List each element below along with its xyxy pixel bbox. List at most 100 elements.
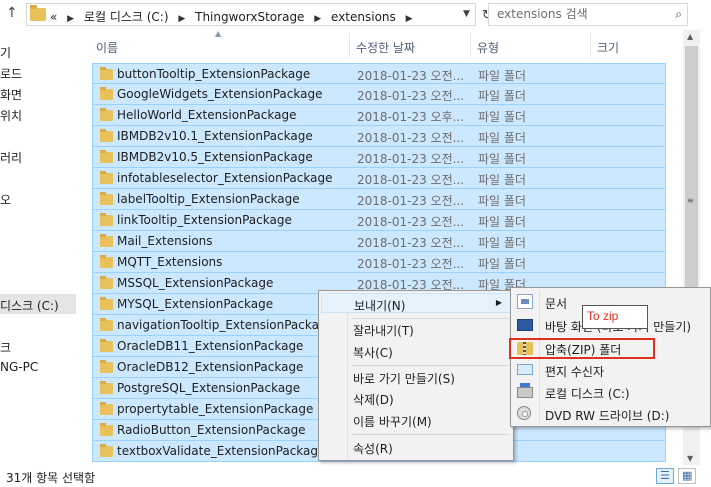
file-row[interactable]: linkTooltip_ExtensionPackage 2018-01-23 오… [92, 210, 666, 231]
nav-item[interactable]: 오 [0, 191, 11, 208]
scroll-down-icon[interactable]: ▼ [687, 454, 693, 463]
file-row[interactable]: buttonTooltip_ExtensionPackage 2018-01-23… [92, 63, 666, 84]
file-name: OracleDB12_ExtensionPackage [117, 360, 304, 374]
chevron-down-icon[interactable]: ▼ [463, 9, 470, 19]
scroll-up-icon[interactable]: ▲ [687, 32, 693, 41]
file-date: 2018-01-23 오전... [357, 173, 465, 187]
large-icons-view-button[interactable]: ▦ [678, 468, 696, 484]
menu-item-cut[interactable]: 잘라내기(T) [321, 319, 511, 339]
file-type: 파일 폴더 [478, 215, 526, 229]
nav-item[interactable]: 로드 [0, 65, 22, 82]
file-row[interactable]: MQTT_Extensions 2018-01-23 오전... 파일 폴더 [92, 252, 666, 273]
file-type: 파일 폴더 [478, 69, 526, 83]
file-name: MSSQL_ExtensionPackage [117, 276, 274, 290]
menu-item-label: 복사(C) [353, 346, 393, 360]
submenu-arrow-icon: ▶ [495, 298, 502, 307]
search-input[interactable] [497, 7, 662, 21]
folder-icon [100, 192, 113, 205]
column-header-type[interactable]: 유형 [477, 39, 499, 65]
menu-item-copy[interactable]: 복사(C) [321, 341, 511, 361]
large-icons-view-icon: ▦ [682, 469, 693, 482]
search-box: ⌕ [488, 3, 688, 26]
submenu-item-local-disk[interactable]: 로컬 디스크 (C:) [513, 381, 711, 402]
menu-item-label: 바로 가기 만들기(S) [353, 372, 455, 386]
sort-ascending-icon: ▲ [215, 29, 222, 38]
folder-icon [100, 129, 113, 142]
file-name: RadioButton_ExtensionPackage [117, 423, 306, 437]
breadcrumb-separator-icon[interactable]: ▶ [406, 14, 413, 24]
column-divider[interactable] [590, 33, 591, 57]
breadcrumb-separator-icon[interactable]: ▶ [67, 14, 74, 24]
menu-item-label: 속성(R) [353, 442, 393, 456]
file-row[interactable]: IBMDB2v10.5_ExtensionPackage 2018-01-23 오… [92, 147, 666, 168]
nav-item-local-disk[interactable]: 디스크 (C:) [0, 294, 76, 314]
submenu-item-mail[interactable]: 편지 수신자 [513, 359, 711, 380]
address-bar[interactable]: « ▶ 로컬 디스크 (C:) ▶ ThingworxStorage ▶ ext… [26, 3, 493, 26]
file-name: propertytable_ExtensionPackage [117, 402, 314, 416]
file-date: 2018-01-23 오전... [357, 257, 465, 271]
folder-icon [100, 381, 113, 394]
breadcrumb-item-local-disk[interactable]: 로컬 디스크 (C:) [84, 10, 169, 24]
nav-item[interactable]: 크 [0, 339, 11, 356]
file-row[interactable]: GoogleWidgets_ExtensionPackage 2018-01-23… [92, 84, 666, 105]
breadcrumb-separator-icon[interactable]: ▶ [178, 14, 185, 24]
folder-icon [100, 297, 113, 310]
menu-item-rename[interactable]: 이름 바꾸기(M) [321, 410, 511, 430]
menu-item-create-shortcut[interactable]: 바로 가기 만들기(S) [321, 367, 511, 387]
folder-icon [100, 318, 113, 331]
file-row[interactable]: labelTooltip_ExtensionPackage 2018-01-23 … [92, 189, 666, 210]
breadcrumb: « ▶ 로컬 디스크 (C:) ▶ ThingworxStorage ▶ ext… [50, 8, 419, 25]
folder-icon [100, 444, 113, 457]
breadcrumb-item-extensions[interactable]: extensions [331, 10, 396, 24]
folder-icon [100, 360, 113, 373]
folder-icon [100, 339, 113, 352]
column-divider[interactable] [470, 33, 471, 57]
breadcrumb-separator-icon[interactable]: ▶ [314, 14, 321, 24]
file-type: 파일 폴더 [478, 173, 526, 187]
file-date: 2018-01-23 오후... [357, 110, 465, 124]
menu-separator [351, 365, 509, 366]
file-row[interactable]: infotableselector_ExtensionPackage 2018-0… [92, 168, 666, 189]
column-header-date[interactable]: 수정한 날짜 [356, 39, 415, 65]
selection-count: 31개 항목 선택함 [6, 471, 96, 485]
file-name: buttonTooltip_ExtensionPackage [117, 67, 311, 81]
up-arrow-icon[interactable]: ↑ [6, 5, 18, 21]
menu-item-properties[interactable]: 속성(R) [321, 437, 511, 457]
file-name: IBMDB2v10.5_ExtensionPackage [117, 150, 313, 164]
submenu-item-dvd[interactable]: DVD RW 드라이브 (D:) [513, 403, 711, 424]
nav-item[interactable]: 위치 [0, 107, 22, 124]
file-date: 2018-01-23 오전... [357, 194, 465, 208]
file-date: 2018-01-23 오전... [357, 89, 465, 103]
nav-item[interactable]: 러리 [0, 149, 22, 166]
folder-icon [100, 213, 113, 226]
file-date: 2018-01-23 오전... [357, 131, 465, 145]
folder-icon [100, 423, 113, 436]
file-row[interactable]: HelloWorld_ExtensionPackage 2018-01-23 오후… [92, 105, 666, 126]
column-header-name[interactable]: 이름 [96, 39, 118, 65]
nav-item[interactable]: 화면 [0, 86, 22, 103]
column-divider[interactable] [349, 33, 350, 57]
file-name: Mail_Extensions [117, 234, 213, 248]
menu-item-label: 보내기(N) [354, 299, 406, 313]
annotation-callout: To zip [582, 305, 648, 329]
menu-item-delete[interactable]: 삭제(D) [321, 388, 511, 408]
file-name: PostgreSQL_ExtensionPackage [117, 381, 301, 395]
submenu-item-label: 로컬 디스크 (C:) [545, 387, 630, 401]
search-icon[interactable]: ⌕ [675, 7, 682, 22]
annotation-text: To zip [587, 309, 619, 323]
menu-item-send-to[interactable]: 보내기(N) ▶ [321, 293, 511, 313]
menu-separator [351, 434, 509, 435]
file-row[interactable]: Mail_Extensions 2018-01-23 오전... 파일 폴더 [92, 231, 666, 252]
file-type: 파일 폴더 [478, 131, 526, 145]
nav-item-network[interactable]: NG-PC [0, 360, 38, 374]
folder-icon [100, 171, 113, 184]
folder-icon [100, 67, 113, 80]
column-header-size[interactable]: 크기 [597, 39, 619, 65]
desktop-icon [517, 319, 533, 331]
overflow-chevron-icon[interactable]: « [50, 10, 57, 24]
nav-item[interactable]: 기 [0, 44, 11, 61]
file-name: OracleDB11_ExtensionPackage [117, 339, 304, 353]
details-view-button[interactable]: ☰ [656, 468, 674, 484]
breadcrumb-item-thingworxstorage[interactable]: ThingworxStorage [195, 10, 304, 24]
file-row[interactable]: IBMDB2v10.1_ExtensionPackage 2018-01-23 오… [92, 126, 666, 147]
